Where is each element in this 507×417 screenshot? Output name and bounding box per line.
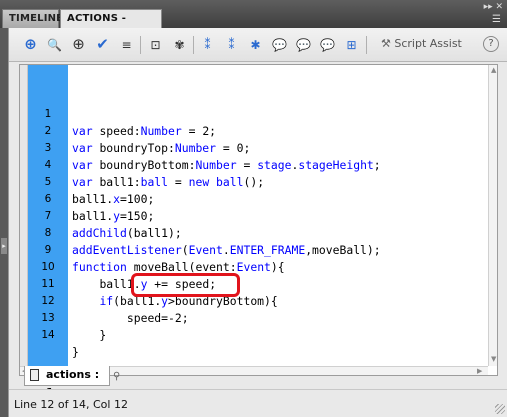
show-code-hint-icon[interactable]: ⊡ [146, 35, 165, 54]
code-line: 5 ball1.x=100; [20, 157, 490, 206]
code-line: 1 var speed:Number = 2; [20, 89, 490, 138]
wand-icon: ⚒ [381, 37, 391, 50]
code-line: 9 function moveBall(event:Event){ [20, 225, 490, 274]
code-text: } [72, 345, 79, 359]
script-assist-label: Script Assist [394, 37, 462, 50]
code-line: 14 } [20, 310, 490, 359]
highlight-annotation [131, 273, 240, 297]
code-line: 7 addChild(ball1); [20, 191, 490, 240]
scroll-down-icon[interactable]: ▼ [491, 356, 496, 363]
insert-target-path-icon[interactable]: ⊕ [69, 35, 88, 54]
status-bar: Line 12 of 14, Col 12 [9, 389, 507, 417]
code-line: 13 } [20, 293, 490, 342]
code-line: 3 var boundryBottom:Number = stage.stage… [20, 123, 490, 172]
code-line: 8 addEventListener(Event.ENTER_FRAME,mov… [20, 208, 490, 257]
collapse-between-braces-icon[interactable]: ⁑ [198, 35, 217, 54]
script-file-icon [30, 369, 39, 381]
script-assist-button[interactable]: ⚒ Script Assist [381, 37, 462, 50]
actions-toolbar: ⊕ 🔍 ⊕ ✔ ≡ ⊡ ✾ ⁑ ⁑ ✱ 💬 💬 💬 ⊞ ⚒ Script Ass… [9, 28, 507, 62]
code-line: 10 ball1.y += speed; [20, 242, 490, 291]
vertical-scrollbar[interactable]: ▲ ▼ [488, 65, 497, 366]
panel-title-bar: TIMELINE ACTIONS - FRAME ▸▸ ✕ ☰ [0, 0, 507, 42]
tab-actions-frame[interactable]: ACTIONS - FRAME [60, 9, 162, 42]
pin-script-icon[interactable]: ⚲ [113, 371, 120, 382]
collapse-strip: ▸ [0, 28, 8, 417]
collapse-arrow-icon[interactable]: ▸ [1, 238, 7, 254]
expand-all-icon[interactable]: ✱ [246, 35, 265, 54]
remove-comment-icon[interactable]: 💬 [318, 35, 337, 54]
collapse-selection-icon[interactable]: ⁑ [222, 35, 241, 54]
toolbar-separator [140, 36, 141, 54]
actions-panel: ⊕ 🔍 ⊕ ✔ ≡ ⊡ ✾ ⁑ ⁑ ✱ 💬 💬 💬 ⊞ ⚒ Script Ass… [8, 28, 507, 417]
scroll-right-icon[interactable]: ▶ [477, 368, 482, 375]
toolbar-separator [193, 36, 194, 54]
code-line: 6 ball1.y=150; [20, 174, 490, 223]
scroll-up-icon[interactable]: ▲ [491, 67, 496, 74]
code-line: 12 speed=-2; [20, 276, 490, 325]
apply-block-comment-icon[interactable]: 💬 [270, 35, 289, 54]
line-number: 14 [41, 329, 55, 341]
help-icon[interactable]: ? [483, 36, 499, 52]
find-icon[interactable]: 🔍 [45, 35, 64, 54]
window-controls[interactable]: ▸▸ ✕ [484, 2, 503, 12]
tab-timeline[interactable]: TIMELINE [2, 9, 63, 28]
script-tab[interactable]: actions : 1 [24, 366, 110, 399]
debug-options-icon[interactable]: ✾ [170, 35, 189, 54]
panel-menu-icon[interactable]: ☰ [492, 14, 501, 25]
add-statement-icon[interactable]: ⊕ [21, 35, 40, 54]
cursor-position: Line 12 of 14, Col 12 [14, 398, 128, 411]
script-editor[interactable]: 1 var speed:Number = 2; 2 var boundryTop… [19, 64, 498, 376]
code-line: 4 var ball1:ball = new ball(); [20, 140, 490, 189]
check-syntax-icon[interactable]: ✔ [93, 35, 112, 54]
apply-line-comment-icon[interactable]: 💬 [294, 35, 313, 54]
show-hide-toolbox-icon[interactable]: ⊞ [342, 35, 361, 54]
code-text: } [72, 328, 107, 342]
code-line: 11 if(ball1.y>boundryBottom){ [20, 259, 490, 308]
toolbar-separator [366, 36, 367, 54]
auto-format-icon[interactable]: ≡ [117, 35, 136, 54]
resize-grip-icon[interactable] [495, 404, 505, 414]
code-line: 2 var boundryTop:Number = 0; [20, 106, 490, 155]
